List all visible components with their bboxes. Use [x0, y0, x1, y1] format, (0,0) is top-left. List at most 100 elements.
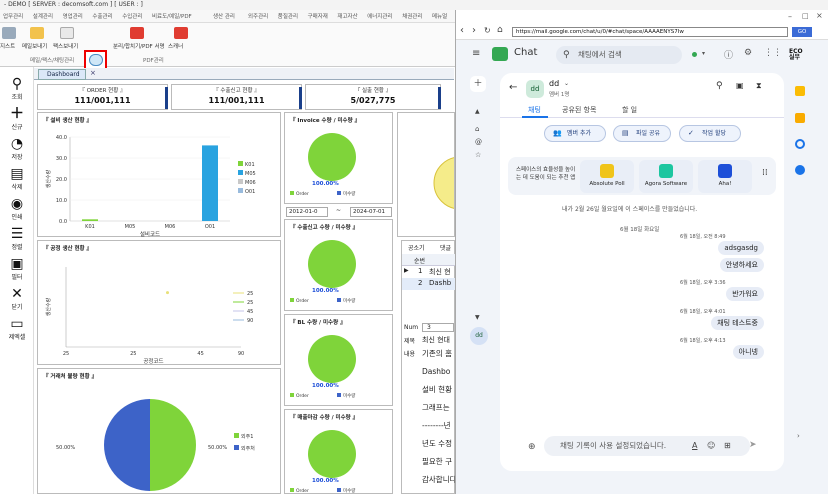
tool-filter[interactable]: ▣ 필터	[0, 257, 34, 281]
tab-chat[interactable]: 채팅	[528, 105, 541, 115]
menu-item-4[interactable]: 수입관리	[122, 12, 142, 20]
mail-icon[interactable]	[30, 27, 44, 39]
back-arrow-icon[interactable]: ←	[509, 82, 517, 93]
back-icon[interactable]: ‹	[460, 25, 464, 36]
tool-save[interactable]: ◔ 저장	[0, 137, 34, 161]
space-name[interactable]: dd	[549, 79, 559, 88]
tool-plus[interactable]: ＋ 신규	[0, 107, 34, 131]
menu-item-5[interactable]: 비료도/예일/PDF	[152, 12, 192, 20]
excel-icon: ▭	[10, 316, 24, 332]
refresh-icon[interactable]: ↻	[484, 26, 491, 35]
menu-item-1[interactable]: 설계관리	[33, 12, 53, 20]
app-card[interactable]: Aha!	[698, 160, 752, 193]
message-bubble[interactable]: 반가워요	[726, 287, 764, 301]
home-icon[interactable]: ⌂	[497, 25, 503, 35]
tasks-icon[interactable]	[795, 139, 805, 149]
menu-item-9[interactable]: 구매자재	[308, 12, 328, 20]
rail-collapse-icon[interactable]: ▲	[475, 108, 480, 115]
menu-item-8[interactable]: 품질관리	[278, 12, 298, 20]
date-from-input[interactable]: 2012-01-0	[286, 207, 328, 217]
message-bubble[interactable]: 채팅 테스트중	[711, 316, 764, 330]
rail-space-avatar[interactable]: dd	[470, 327, 488, 345]
status-dot-icon[interactable]	[692, 52, 697, 57]
contacts-icon[interactable]	[795, 165, 805, 175]
notice-tab[interactable]: 공소기	[408, 243, 425, 252]
menu-item-7[interactable]: 외주관리	[248, 12, 268, 20]
message-input[interactable]: 채팅 기록이 사용 설정되었습니다. A ☺ ⊞	[544, 436, 750, 456]
new-chat-icon[interactable]: ＋	[470, 76, 486, 92]
apps-grid-icon[interactable]: ⋮⋮	[764, 48, 782, 58]
add-attachment-icon[interactable]: ⊕	[528, 442, 536, 452]
message-bubble[interactable]: 아니넹	[732, 345, 764, 359]
tool-trash[interactable]: ▤ 삭제	[0, 167, 34, 191]
rail-home-icon[interactable]: ⌂	[475, 125, 479, 133]
settings-icon[interactable]: ⚙	[744, 48, 752, 58]
tool-search[interactable]: ⚲ 조회	[0, 77, 34, 101]
tool-close[interactable]: ✕ 닫기	[0, 287, 34, 311]
content-line: 감사합니다.	[422, 475, 459, 484]
tool-print[interactable]: ◉ 인쇄	[0, 197, 34, 221]
menu-item-13[interactable]: 메뉴얼	[432, 12, 447, 20]
url-input[interactable]: https://mail.google.com/chat/u/0/#chat/s…	[512, 27, 788, 37]
app-card[interactable]: Agora Software	[639, 160, 693, 193]
calendar-icon[interactable]	[795, 86, 805, 96]
legend-label: O01	[245, 189, 255, 195]
tab-close-icon[interactable]: ×	[90, 69, 96, 77]
tab-dashboard[interactable]: Dashboard	[38, 69, 86, 80]
x-tick-label: M06	[165, 224, 176, 230]
list-icon[interactable]	[2, 27, 16, 39]
tab-shared[interactable]: 공유된 항목	[562, 105, 596, 115]
comment-tab[interactable]: 댓글	[440, 243, 451, 252]
message-bubble[interactable]: adsgasdg	[718, 241, 764, 255]
rail-expand-icon[interactable]: ▼	[475, 314, 480, 321]
help-icon[interactable]: ⓘ	[724, 48, 733, 61]
y-tick-label: 40.0	[56, 135, 67, 141]
forward-icon[interactable]: ›	[472, 25, 476, 36]
notice-row[interactable]: 2 Dashb	[402, 278, 456, 290]
menu-item-3[interactable]: 수출관리	[92, 12, 112, 20]
minimize-icon[interactable]: –	[788, 12, 792, 21]
format-text-icon[interactable]: A	[692, 436, 697, 456]
upload-icon[interactable]: ⊞	[724, 436, 731, 456]
app-card[interactable]: Absolute Poll	[580, 160, 634, 193]
date-to-input[interactable]: 2024-07-01	[350, 207, 392, 217]
search-chat-icon[interactable]: ⚲	[716, 81, 723, 91]
assign-task-button[interactable]: ✓ 작업 할당	[679, 125, 741, 142]
menu-item-10[interactable]: 재고자산	[337, 12, 357, 20]
status-chevron-icon[interactable]: ▾	[702, 50, 705, 57]
title-field[interactable]: 최신 현대	[422, 335, 450, 345]
pdf-icon[interactable]	[130, 27, 144, 39]
menu-item-12[interactable]: 채권관리	[402, 12, 422, 20]
notice-row[interactable]: ▶ 1 최신 현	[402, 266, 456, 278]
keep-icon[interactable]	[795, 113, 805, 123]
menu-icon[interactable]: ≡	[472, 48, 480, 59]
emoji-icon[interactable]: ☺	[707, 436, 715, 456]
send-icon[interactable]: ➤	[749, 440, 757, 450]
rail-mention-icon[interactable]: @	[475, 138, 482, 146]
fax-icon[interactable]	[60, 27, 74, 39]
tool-excel[interactable]: ▭ 제엑셀	[0, 317, 34, 341]
account-avatar[interactable]: ECO 실무	[789, 49, 805, 61]
more-apps-icon[interactable]: ⁞⁞	[762, 168, 768, 178]
num-field[interactable]: 3	[422, 323, 454, 332]
pdf-ocr-icon[interactable]	[174, 27, 188, 39]
search-input[interactable]: ⚲ 채팅에서 검색	[556, 46, 682, 64]
space-chevron-icon[interactable]: ⌄	[564, 80, 569, 87]
go-button[interactable]: GO	[792, 27, 812, 37]
menu-item-2[interactable]: 영업관리	[63, 12, 83, 20]
hourglass-icon[interactable]: ⧗	[756, 81, 762, 91]
content-body[interactable]: 기존의 홈 Dashbo 설비 현황 그래프는 --------년 년도 수정 필요한 구감…	[422, 345, 459, 489]
menu-item-11[interactable]: 에너지관리	[367, 12, 392, 20]
menu-item-6[interactable]: 생산 관리	[213, 12, 235, 20]
share-file-button[interactable]: ▤ 파일 공유	[613, 125, 671, 142]
tab-tasks[interactable]: 할 일	[622, 105, 637, 115]
menu-item-0[interactable]: 업무관리	[3, 12, 23, 20]
rail-star-icon[interactable]: ☆	[475, 151, 481, 159]
maximize-icon[interactable]: □	[802, 12, 809, 20]
message-bubble[interactable]: 안녕하세요	[719, 258, 764, 272]
tool-sort[interactable]: ☰ 정렬	[0, 227, 34, 251]
expand-panel-icon[interactable]: ›	[797, 432, 800, 440]
picture-in-picture-icon[interactable]: ▣	[736, 81, 744, 90]
add-member-button[interactable]: 👥 멤버 추가	[544, 125, 606, 142]
close-window-icon[interactable]: ×	[816, 11, 823, 20]
